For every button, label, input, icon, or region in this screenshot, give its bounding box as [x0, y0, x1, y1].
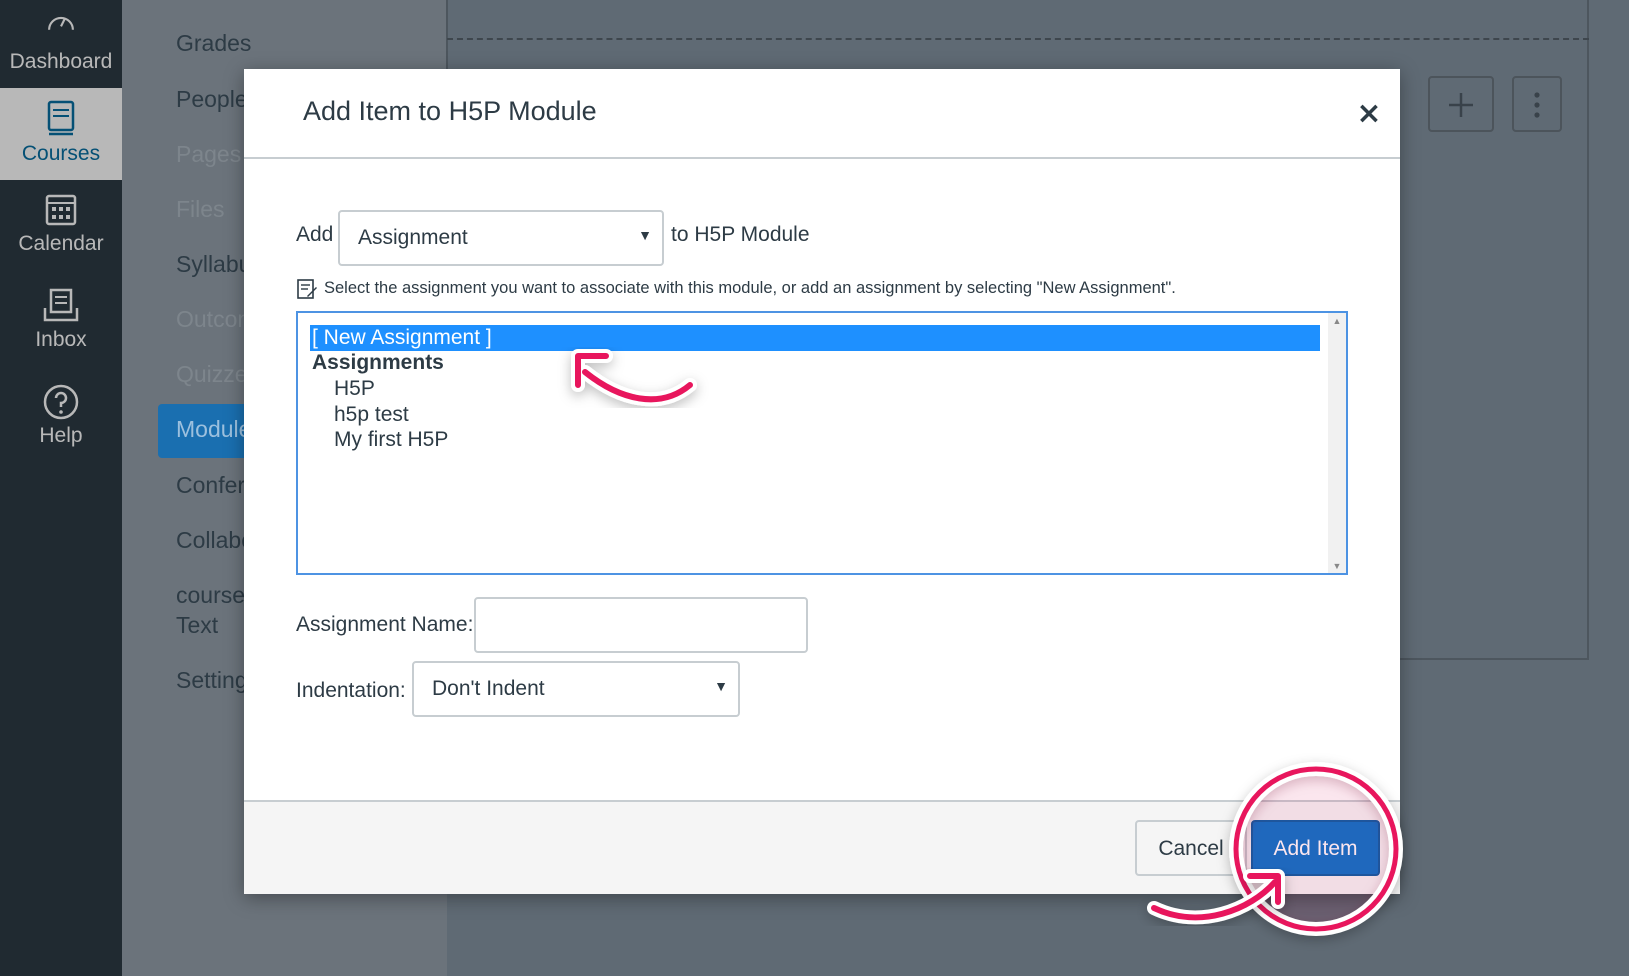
courses-icon: [47, 100, 75, 136]
assignment-listbox[interactable]: [ New Assignment ] Assignments H5P h5p t…: [296, 311, 1348, 575]
add-module-item-button[interactable]: [1428, 76, 1494, 132]
indentation-label: Indentation:: [296, 679, 406, 702]
course-nav-text[interactable]: Text: [176, 612, 218, 639]
dialog-header: Add Item to H5P Module ×: [244, 69, 1400, 159]
nav-calendar[interactable]: Calendar: [0, 190, 122, 276]
course-nav-course[interactable]: course: [176, 582, 245, 609]
indentation-select[interactable]: Don't Indent ▼: [412, 661, 740, 717]
add-item-button[interactable]: Add Item: [1251, 820, 1380, 876]
nav-courses-label: Courses: [21, 142, 101, 165]
assignment-name-label: Assignment Name:: [296, 613, 474, 636]
add-label: Add: [296, 223, 334, 246]
item-type-value: Assignment: [358, 226, 468, 249]
listbox-scrollbar[interactable]: ▲ ▼: [1328, 313, 1346, 573]
dialog-title: Add Item to H5P Module: [303, 96, 597, 126]
list-option-h5p[interactable]: H5P: [334, 377, 375, 401]
nav-dashboard[interactable]: Dashboard: [0, 0, 122, 88]
nav-courses[interactable]: Courses: [0, 88, 122, 180]
scroll-up-icon[interactable]: ▲: [1328, 315, 1346, 326]
scroll-down-icon[interactable]: ▼: [1328, 560, 1346, 571]
nav-help-label: Help: [39, 424, 83, 447]
list-group-assignments: Assignments: [312, 351, 444, 374]
assignment-name-input[interactable]: [474, 597, 808, 653]
item-type-select[interactable]: Assignment ▼: [338, 210, 664, 266]
nav-calendar-label: Calendar: [18, 232, 104, 255]
course-nav-files[interactable]: Files: [176, 196, 225, 223]
nav-help[interactable]: Help: [0, 382, 122, 468]
plus-icon: [1449, 93, 1473, 117]
nav-dashboard-label: Dashboard: [9, 50, 113, 73]
assignment-icon: [297, 279, 317, 299]
indentation-value: Don't Indent: [432, 677, 545, 700]
dialog-footer: Cancel Add Item: [244, 800, 1400, 894]
course-nav-grades[interactable]: Grades: [176, 30, 251, 57]
cancel-button[interactable]: Cancel: [1135, 820, 1247, 876]
inbox-icon: [43, 288, 79, 322]
help-icon: [43, 384, 79, 420]
to-module-label: to H5P Module: [671, 223, 810, 246]
course-nav-pages[interactable]: Pages: [176, 141, 241, 168]
nav-inbox[interactable]: Inbox: [0, 286, 122, 372]
global-nav: Dashboard Courses Calendar Inbox Help: [0, 0, 122, 976]
add-item-dialog: Add Item to H5P Module × Add Assignment …: [244, 69, 1400, 894]
list-option-my-first-h5p[interactable]: My first H5P: [334, 428, 448, 452]
nav-inbox-label: Inbox: [35, 328, 87, 351]
course-nav-people[interactable]: People: [176, 86, 248, 113]
list-option-new-assignment[interactable]: [ New Assignment ]: [310, 325, 1320, 351]
module-dropzone-divider: [447, 38, 1589, 40]
dashboard-icon: [48, 16, 74, 30]
close-icon[interactable]: ×: [1354, 99, 1384, 129]
kebab-menu-icon: [1534, 92, 1540, 118]
chevron-down-icon: ▼: [638, 227, 652, 243]
list-option-h5p-test[interactable]: h5p test: [334, 403, 409, 427]
chevron-down-icon: ▼: [714, 678, 728, 694]
module-menu-button[interactable]: [1512, 76, 1562, 132]
select-hint: Select the assignment you want to associ…: [324, 279, 1176, 297]
calendar-icon: [45, 194, 77, 226]
